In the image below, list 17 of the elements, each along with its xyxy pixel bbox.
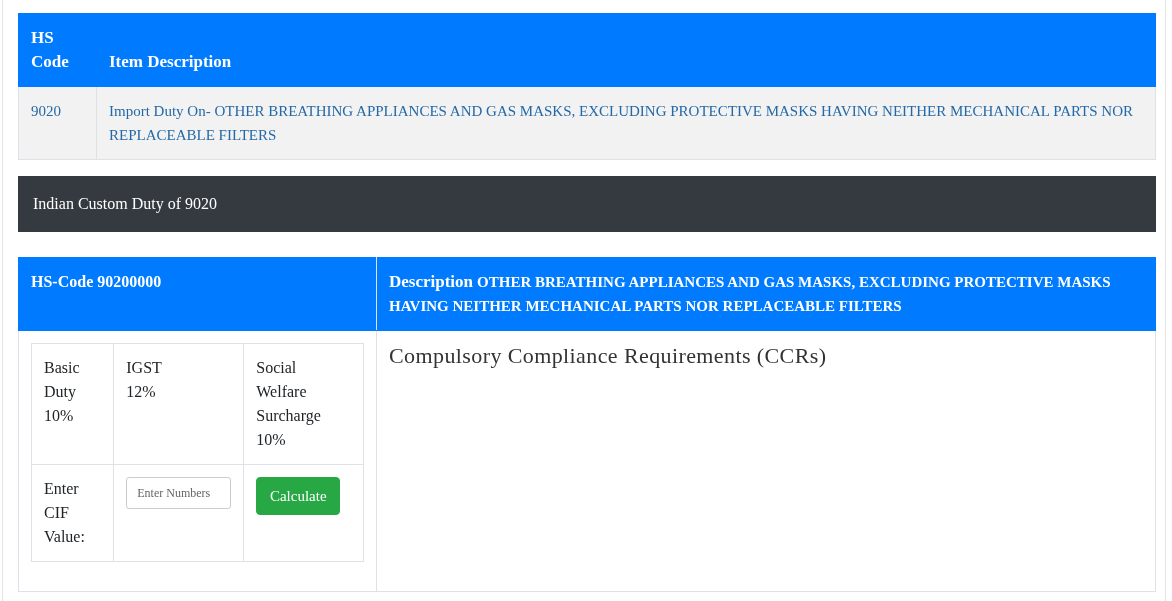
column-header: HS-Code 90200000	[18, 257, 377, 331]
cif-input-field[interactable]: Enter Numbers	[126, 477, 232, 509]
item-description-link[interactable]: Import Duty On- OTHER BREATHING APPLIANCES AND GAS MASKS, EXCLUDING PROTECTIVE MASKS HAVING NEITHER MECHANICAL PARTS NOR REPLACEABLE FILTERS	[109, 99, 1143, 147]
column-header: Description OTHER BREATHING APPLIANCES AND GAS MASKS, EXCLUDING PROTECTIVE MASKS HAVING NEITHER MECHANICAL PARTS NOR REPLACEABLE FILTERS	[376, 257, 1156, 331]
cif-label: Enter CIF Value:	[44, 479, 86, 547]
column-header: HS Code	[18, 13, 97, 87]
rate-label: Social Welfare Surcharge	[256, 358, 322, 427]
rate-label: Basic Duty	[44, 358, 81, 403]
column-header: Item Description	[96, 13, 1156, 87]
calculate-button[interactable]: Calculate	[256, 477, 341, 515]
rate-value: 10%	[256, 430, 287, 450]
ccr-heading: Compulsory Compliance Requirements (CCRs)	[389, 343, 828, 369]
hs-code-link[interactable]: 9020	[31, 99, 84, 123]
rate-label: IGST	[126, 358, 163, 378]
section-heading: Indian Custom Duty of 9020	[18, 176, 1156, 232]
rate-value: 12%	[126, 382, 157, 402]
rate-value: 10%	[44, 406, 75, 426]
